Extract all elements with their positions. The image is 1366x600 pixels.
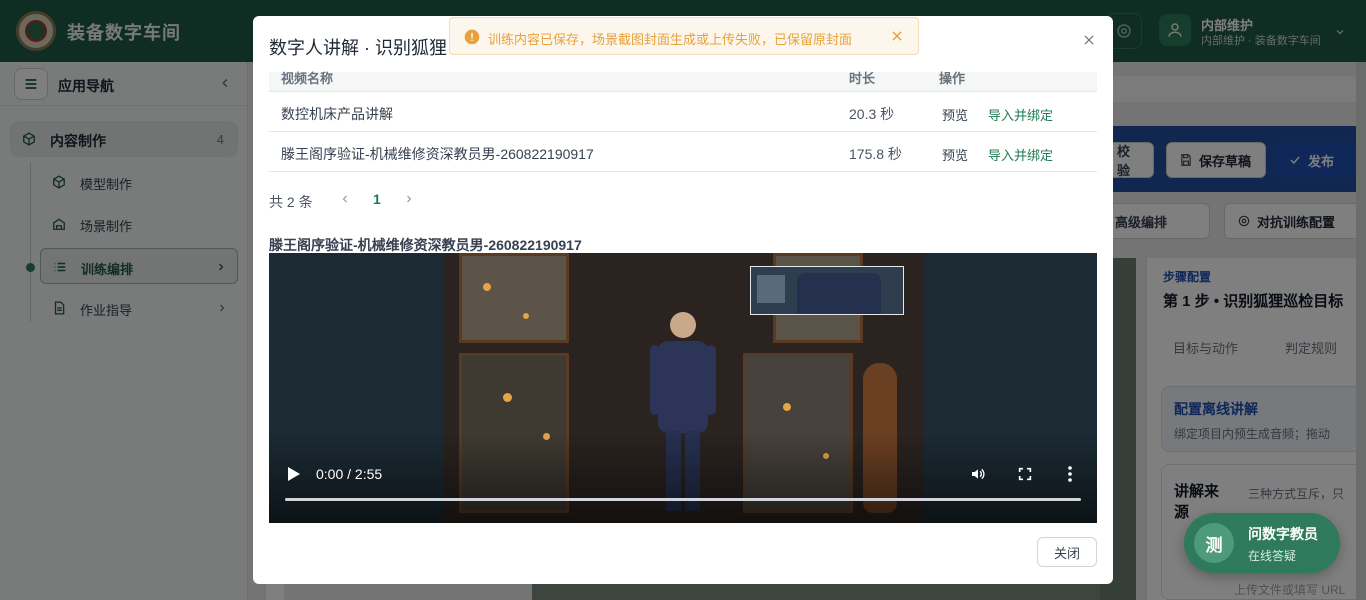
preview-link[interactable]: 预览 [942, 105, 968, 124]
table-header: 视频名称 时长 操作 [269, 71, 1097, 92]
assistant-title: 问数字教员 [1248, 526, 1318, 542]
video-progress-track[interactable] [285, 498, 1081, 501]
import-bind-link[interactable]: 导入并绑定 [988, 105, 1053, 124]
video-player[interactable]: 0:00 / 2:55 [269, 253, 1097, 523]
video-time: 0:00 / 2:55 [316, 466, 383, 482]
play-icon[interactable] [287, 466, 301, 482]
close-icon[interactable] [890, 29, 904, 43]
more-options-icon[interactable] [1067, 466, 1073, 482]
video-preview-title: 滕王阁序验证-机械维修资深教员男-260822190917 [269, 237, 582, 253]
dialog-close-button[interactable] [1079, 30, 1099, 50]
assistant-button[interactable]: 测 问数字教员 在线答疑 [1184, 513, 1340, 573]
table-row: 滕王阁序验证-机械维修资深教员男-260822190917 175.8 秒 预览… [269, 132, 1097, 172]
video-name: 数控机床产品讲解 [281, 106, 393, 122]
column-header-duration: 时长 [849, 71, 876, 86]
column-header-actions: 操作 [939, 71, 966, 86]
assistant-subtitle: 在线答疑 [1248, 549, 1297, 563]
assistant-badge: 测 [1194, 523, 1234, 563]
column-header-name: 视频名称 [281, 71, 334, 86]
warning-toast: 训练内容已保存，场景截图封面生成或上传失败，已保留原封面 [449, 17, 919, 55]
dialog-close-footer-button[interactable]: 关闭 [1037, 537, 1097, 567]
import-bind-link[interactable]: 导入并绑定 [988, 145, 1053, 164]
toast-message: 训练内容已保存，场景截图封面生成或上传失败，已保留原封面 [488, 32, 853, 47]
pager-page-current[interactable]: 1 [373, 191, 381, 207]
picture-in-picture [750, 266, 904, 315]
video-duration: 175.8 秒 [849, 146, 902, 162]
close-label: 关闭 [1053, 545, 1080, 561]
warning-icon [464, 29, 480, 45]
fullscreen-icon[interactable] [1017, 466, 1033, 482]
close-icon [1084, 35, 1094, 45]
video-duration: 20.3 秒 [849, 106, 895, 122]
pager-prev-icon[interactable] [339, 192, 351, 206]
pager-next-icon[interactable] [403, 192, 415, 206]
pager-total: 共 2 条 [269, 194, 313, 210]
preview-link[interactable]: 预览 [942, 145, 968, 164]
dialog-title: 数字人讲解 · 识别狐狸 [269, 38, 447, 58]
volume-icon[interactable] [969, 466, 987, 482]
table-row: 数控机床产品讲解 20.3 秒 预览 导入并绑定 [269, 92, 1097, 132]
video-name: 滕王阁序验证-机械维修资深教员男-260822190917 [281, 146, 594, 162]
digital-human-dialog: 数字人讲解 · 识别狐狸 视频名称 时长 操作 数控机床产品讲解 20.3 秒 … [253, 16, 1113, 584]
